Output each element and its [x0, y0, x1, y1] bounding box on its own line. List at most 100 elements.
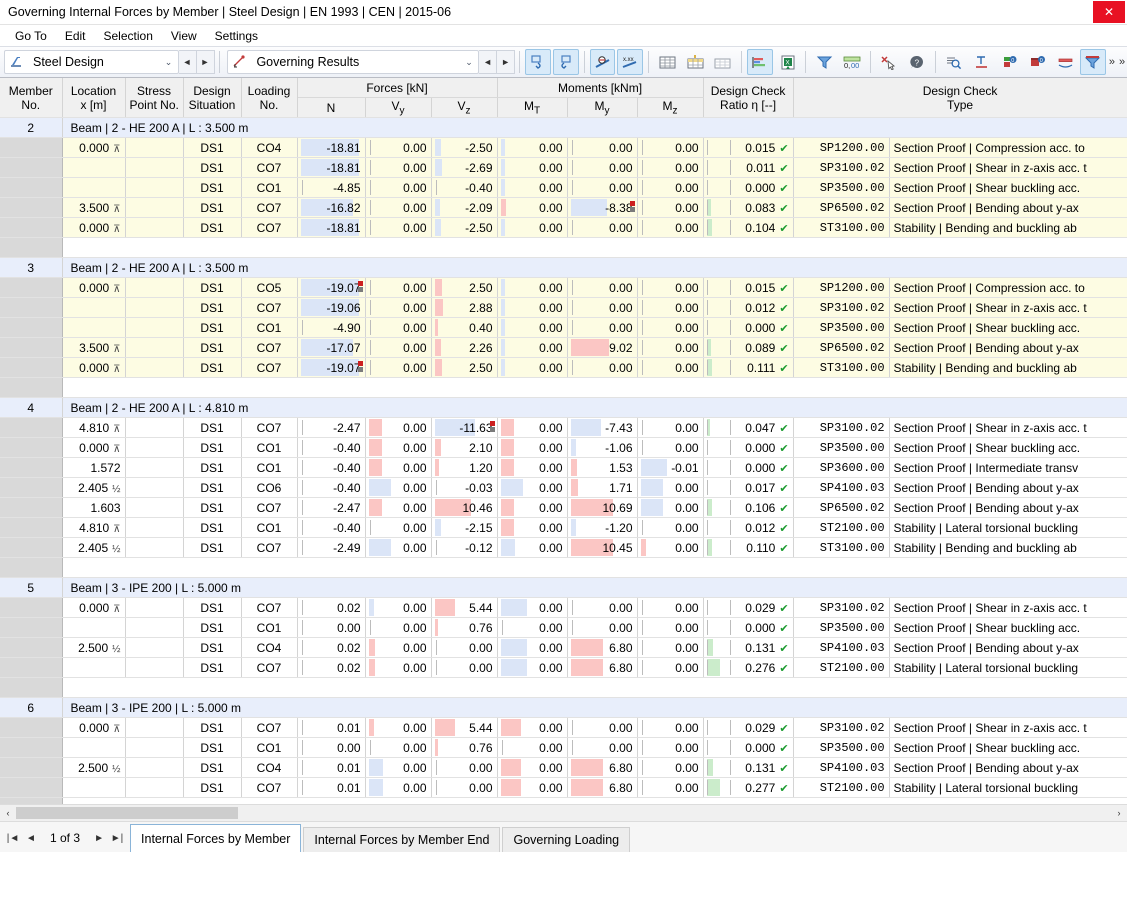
row-header-cell[interactable] — [0, 618, 62, 638]
moment-mt-cell[interactable]: 0.00 — [497, 318, 567, 338]
table-grid-icon[interactable] — [654, 49, 680, 75]
location-cell[interactable]: 3.500⊼ — [62, 198, 125, 218]
force-vy-cell[interactable]: 0.00 — [365, 658, 431, 678]
design-check-ratio-cell[interactable]: 0.110✔ — [703, 538, 793, 558]
design-check-code-cell[interactable]: ST3100.00 — [793, 358, 889, 378]
loading-no-cell[interactable]: CO7 — [241, 778, 297, 798]
moment-mz-cell[interactable]: 0.00 — [637, 518, 703, 538]
last-page-button[interactable]: ►| — [108, 833, 126, 844]
location-cell[interactable]: 2.405½ — [62, 538, 125, 558]
stress-point-cell[interactable] — [125, 338, 183, 358]
delete-selection-icon[interactable] — [876, 49, 902, 75]
moment-my-cell[interactable]: 6.80 — [567, 658, 637, 678]
moment-my-cell[interactable]: 9.02 — [567, 338, 637, 358]
row-header-cell[interactable] — [0, 538, 62, 558]
location-cell[interactable]: 0.000⊼ — [62, 278, 125, 298]
moment-mt-cell[interactable]: 0.00 — [497, 718, 567, 738]
design-check-code-cell[interactable]: SP3600.00 — [793, 458, 889, 478]
design-check-ratio-cell[interactable]: 0.000✔ — [703, 178, 793, 198]
moment-mt-cell[interactable]: 0.00 — [497, 518, 567, 538]
design-situation-cell[interactable]: DS1 — [183, 598, 241, 618]
design-check-ratio-cell[interactable]: 0.000✔ — [703, 618, 793, 638]
stress-point-cell[interactable] — [125, 178, 183, 198]
moment-mz-cell[interactable]: 0.00 — [637, 438, 703, 458]
member-no-cell[interactable]: 6 — [0, 698, 62, 718]
stress-point-cell[interactable] — [125, 758, 183, 778]
chevron-down-icon-2[interactable]: ⌄ — [460, 57, 478, 68]
menu-item-selection[interactable]: Selection — [95, 27, 162, 45]
force-vz-cell[interactable]: 1.20 — [431, 458, 497, 478]
design-check-type-cell[interactable]: Section Proof | Compression acc. to — [889, 278, 1127, 298]
design-check-code-cell[interactable]: SP3500.00 — [793, 618, 889, 638]
moment-mz-cell[interactable]: 0.00 — [637, 738, 703, 758]
table-row[interactable]: 0.000⊼DS1CO7-19.070.002.500.000.000.000.… — [0, 358, 1127, 378]
stress-point-cell[interactable] — [125, 198, 183, 218]
force-vy-cell[interactable]: 0.00 — [365, 298, 431, 318]
moment-mz-cell[interactable]: 0.00 — [637, 358, 703, 378]
design-situation-cell[interactable]: DS1 — [183, 178, 241, 198]
force-n-cell[interactable]: -0.40 — [297, 438, 365, 458]
row-header-cell[interactable] — [0, 318, 62, 338]
stress-point-cell[interactable] — [125, 298, 183, 318]
tab-0[interactable]: Internal Forces by Member — [130, 824, 301, 852]
col-header-my[interactable]: My — [567, 98, 637, 118]
location-cell[interactable]: 1.603 — [62, 498, 125, 518]
design-check-ratio-cell[interactable]: 0.029✔ — [703, 718, 793, 738]
help-question-icon[interactable]: ? — [904, 49, 930, 75]
show-extreme-values-icon[interactable] — [590, 49, 616, 75]
loading-no-cell[interactable]: CO1 — [241, 618, 297, 638]
force-n-cell[interactable]: -0.40 — [297, 458, 365, 478]
force-vz-cell[interactable]: 5.44 — [431, 598, 497, 618]
force-n-cell[interactable]: -16.82 — [297, 198, 365, 218]
design-situation-cell[interactable]: DS1 — [183, 778, 241, 798]
moment-mz-cell[interactable]: 0.00 — [637, 158, 703, 178]
moment-mt-cell[interactable]: 0.00 — [497, 778, 567, 798]
design-situation-cell[interactable]: DS1 — [183, 438, 241, 458]
stress-point-cell[interactable] — [125, 418, 183, 438]
row-header-cell[interactable] — [0, 198, 62, 218]
moment-mz-cell[interactable]: 0.00 — [637, 498, 703, 518]
toolbar-overflow-button-2[interactable]: » — [1117, 56, 1127, 68]
moment-mz-cell[interactable]: 0.00 — [637, 598, 703, 618]
tab-2[interactable]: Governing Loading — [502, 827, 630, 852]
col-header-mt[interactable]: MT — [497, 98, 567, 118]
force-n-cell[interactable]: 0.02 — [297, 598, 365, 618]
row-header-cell[interactable] — [0, 218, 62, 238]
design-check-type-cell[interactable]: Section Proof | Compression acc. to — [889, 138, 1127, 158]
loading-no-cell[interactable]: CO7 — [241, 658, 297, 678]
moment-my-cell[interactable]: 0.00 — [567, 738, 637, 758]
design-check-type-cell[interactable]: Section Proof | Bending about y-ax — [889, 198, 1127, 218]
filter-funnel-icon[interactable] — [811, 49, 837, 75]
col-header-vz[interactable]: Vz — [431, 98, 497, 118]
force-n-cell[interactable]: -18.81 — [297, 158, 365, 178]
member-group-header[interactable]: 6Beam | 3 - IPE 200 | L : 5.000 m — [0, 698, 1127, 718]
moment-mt-cell[interactable]: 0.00 — [497, 458, 567, 478]
design-check-ratio-cell[interactable]: 0.012✔ — [703, 298, 793, 318]
row-header-cell[interactable] — [0, 158, 62, 178]
moment-mt-cell[interactable]: 0.00 — [497, 158, 567, 178]
scrollbar-thumb[interactable] — [16, 807, 238, 819]
force-vy-cell[interactable]: 0.00 — [365, 318, 431, 338]
design-check-ratio-cell[interactable]: 0.131✔ — [703, 638, 793, 658]
design-check-type-cell[interactable]: Stability | Bending and buckling ab — [889, 218, 1127, 238]
stress-point-cell[interactable] — [125, 318, 183, 338]
moment-mz-cell[interactable]: 0.00 — [637, 278, 703, 298]
row-header-cell[interactable] — [0, 178, 62, 198]
force-vy-cell[interactable]: 0.00 — [365, 338, 431, 358]
force-vy-cell[interactable]: 0.00 — [365, 138, 431, 158]
force-vz-cell[interactable]: -0.40 — [431, 178, 497, 198]
location-cell[interactable]: 0.000⊼ — [62, 218, 125, 238]
design-situation-cell[interactable]: DS1 — [183, 718, 241, 738]
moment-mt-cell[interactable]: 0.00 — [497, 218, 567, 238]
force-vz-cell[interactable]: -2.50 — [431, 138, 497, 158]
force-n-cell[interactable]: -0.40 — [297, 518, 365, 538]
menu-item-go-to[interactable]: Go To — [6, 27, 56, 45]
tab-strip[interactable]: Internal Forces by MemberInternal Forces… — [130, 822, 632, 852]
results-prev-button[interactable]: ◄ — [479, 50, 497, 74]
sections-color-icon[interactable]: 0 — [996, 49, 1022, 75]
design-check-type-cell[interactable]: Section Proof | Shear in z-axis acc. t — [889, 718, 1127, 738]
location-cell[interactable]: 0.000⊼ — [62, 358, 125, 378]
moment-mz-cell[interactable]: 0.00 — [637, 298, 703, 318]
design-check-ratio-cell[interactable]: 0.000✔ — [703, 738, 793, 758]
table-row[interactable]: 0.000⊼DS1CO70.010.005.440.000.000.000.02… — [0, 718, 1127, 738]
